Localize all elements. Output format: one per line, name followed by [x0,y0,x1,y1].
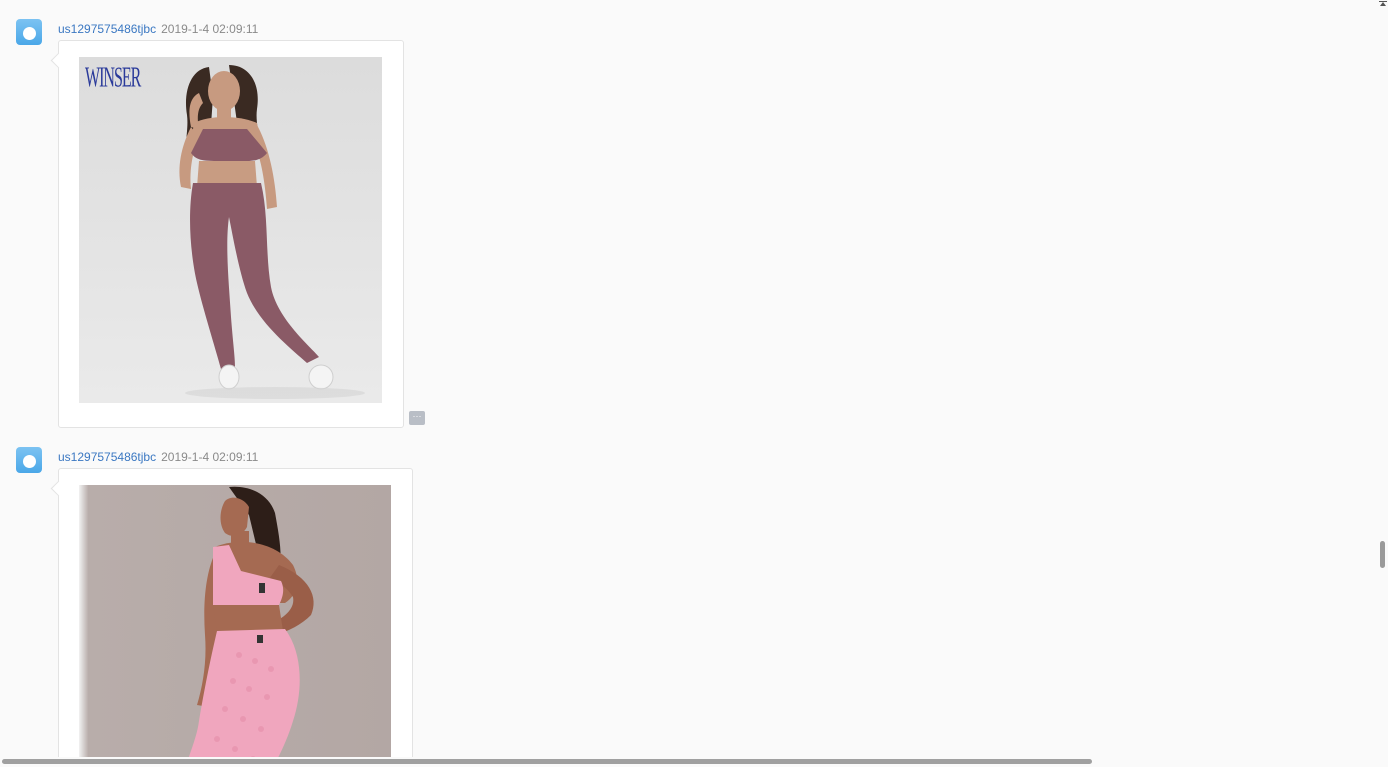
username-link[interactable]: us1297575486tjbc [58,22,156,36]
message-header: us1297575486tjbc 2019-1-4 02:09:11 [58,449,258,465]
message-more-button[interactable]: ··· [409,411,425,425]
chat-history-pane[interactable]: us1297575486tjbc 2019-1-4 02:09:11 WINSE… [0,0,1378,757]
message-bubble: WINSER [58,40,404,428]
username-link[interactable]: us1297575486tjbc [58,450,156,464]
vertical-scroll-thumb[interactable] [1380,541,1385,568]
message-timestamp: 2019-1-4 02:09:11 [161,450,259,464]
message-photo[interactable]: WINSER [79,57,382,403]
scroll-up-arrow-icon[interactable] [1380,2,1386,6]
avatar[interactable] [16,447,42,473]
photo-icon [79,57,382,403]
avatar[interactable] [16,19,42,45]
horizontal-scroll-thumb[interactable] [2,759,1092,764]
photo-icon [79,485,391,757]
vertical-scrollbar[interactable] [1378,0,1388,767]
message-bubble [58,468,413,757]
avatar-drop-icon [22,26,36,40]
photo-watermark: WINSER [85,63,141,94]
horizontal-scrollbar[interactable] [0,757,1378,767]
message-header: us1297575486tjbc 2019-1-4 02:09:11 [58,21,258,37]
message-timestamp: 2019-1-4 02:09:11 [161,22,259,36]
avatar-drop-icon [22,454,36,468]
message-photo[interactable] [79,485,391,757]
